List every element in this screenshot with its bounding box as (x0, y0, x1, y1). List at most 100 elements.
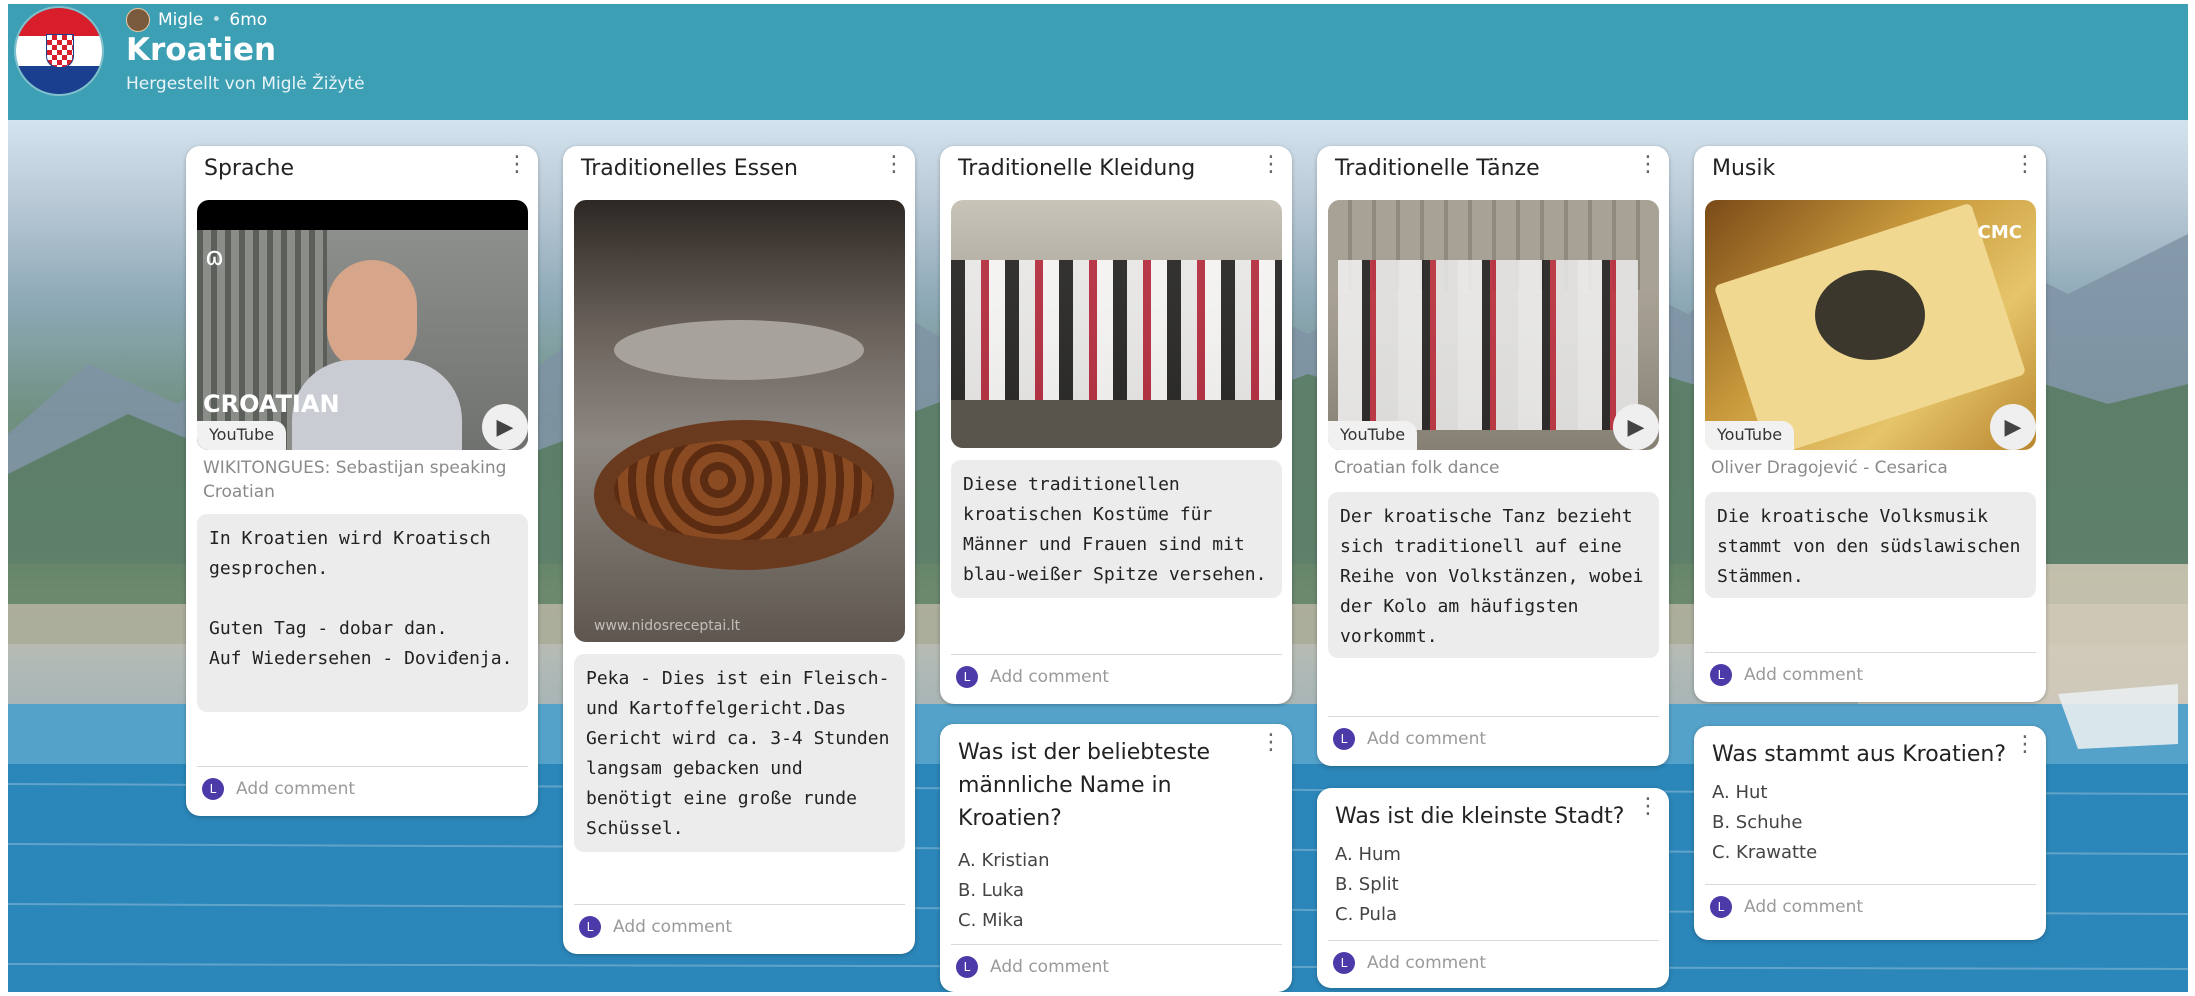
quiz-card[interactable]: Was stammt aus Kroatien? ⋮ A. Hut B. Sch… (1694, 726, 2046, 940)
post-card[interactable]: Musik ⋮ CMC YouTube ▶ Oliver Dragojević … (1694, 146, 2046, 702)
play-icon[interactable]: ▶ (1990, 404, 2036, 450)
post-card[interactable]: Traditionelles Essen ⋮ www.nidosreceptai… (563, 146, 915, 954)
video-thumbnail[interactable]: ɷ CROATIAN YouTube ▶ (197, 200, 528, 450)
quiz-answers: A. Hut B. Schuhe C. Krawatte (1712, 778, 1817, 868)
post-age: 6mo (229, 10, 268, 30)
answer-a: A. Kristian (958, 850, 1050, 871)
video-caption[interactable]: Croatian folk dance (1334, 456, 1654, 480)
comment-avatar: L (956, 666, 978, 688)
youtube-label: YouTube (1705, 421, 1795, 450)
comment-avatar: L (1710, 896, 1732, 918)
clothing-image[interactable] (951, 200, 1282, 448)
quiz-card[interactable]: Was ist der beliebteste männliche Name i… (940, 724, 1292, 992)
add-comment-label: Add comment (236, 779, 356, 799)
croatia-flag-icon (14, 6, 104, 96)
add-comment-button[interactable]: L Add comment (579, 916, 732, 938)
card-text: Peka - Dies ist ein Fleisch- und Kartoff… (574, 654, 905, 852)
comment-avatar: L (579, 916, 601, 938)
comment-avatar: L (956, 956, 978, 978)
video-caption[interactable]: WIKITONGUES: Sebastijan speaking Croatia… (203, 456, 523, 504)
card-title: Traditionelle Tänze (1335, 156, 1540, 181)
add-comment-button[interactable]: L Add comment (1333, 952, 1486, 974)
youtube-label: YouTube (197, 421, 287, 450)
add-comment-label: Add comment (990, 957, 1110, 977)
add-comment-label: Add comment (990, 667, 1110, 687)
more-options-icon[interactable]: ⋮ (883, 154, 905, 176)
divider (1705, 884, 2036, 885)
video-caption[interactable]: Oliver Dragojević - Cesarica (1711, 456, 2031, 480)
divider (1705, 652, 2036, 653)
answer-c: C. Mika (958, 910, 1024, 931)
card-title: Traditionelles Essen (581, 156, 799, 181)
card-text: Die kroatische Volksmusik stammt von den… (1705, 492, 2036, 598)
add-comment-label: Add comment (1367, 729, 1487, 749)
comment-avatar: L (1333, 728, 1355, 750)
divider (574, 904, 905, 905)
board: Migle • 6mo Kroatien Hergestellt von Mig… (8, 4, 2188, 992)
youtube-label: YouTube (1328, 421, 1418, 450)
author-avatar[interactable] (126, 8, 150, 32)
add-comment-label: Add comment (613, 917, 733, 937)
card-title: Musik (1712, 156, 1776, 181)
video-thumbnail[interactable]: YouTube ▶ (1328, 200, 1659, 450)
comment-avatar: L (1333, 952, 1355, 974)
add-comment-label: Add comment (1744, 665, 1864, 685)
board-header: Migle • 6mo Kroatien Hergestellt von Mig… (8, 4, 2188, 120)
more-options-icon[interactable]: ⋮ (1637, 796, 1659, 818)
more-options-icon[interactable]: ⋮ (1260, 154, 1282, 176)
answer-c: C. Krawatte (1712, 842, 1818, 863)
add-comment-button[interactable]: L Add comment (956, 956, 1109, 978)
card-title: Traditionelle Kleidung (958, 156, 1196, 181)
channel-logo-text: CMC (1977, 222, 2022, 243)
play-icon[interactable]: ▶ (482, 404, 528, 450)
comment-avatar: L (202, 778, 224, 800)
answer-b: B. Luka (958, 880, 1025, 901)
quiz-question: Was ist der beliebteste männliche Name i… (958, 740, 1211, 831)
quiz-answers: A. Kristian B. Luka C. Mika (958, 846, 1050, 936)
quiz-card[interactable]: Was ist die kleinste Stadt? ⋮ A. Hum B. … (1317, 788, 1669, 988)
card-title: Sprache (204, 156, 295, 181)
divider (1328, 716, 1659, 717)
more-options-icon[interactable]: ⋮ (1637, 154, 1659, 176)
more-options-icon[interactable]: ⋮ (2014, 734, 2036, 756)
card-text: Der kroatische Tanz bezieht sich traditi… (1328, 492, 1659, 658)
answer-b: B. Schuhe (1712, 812, 1803, 833)
answer-b: B. Split (1335, 874, 1399, 895)
author-name[interactable]: Migle (158, 10, 203, 30)
post-card[interactable]: Sprache ⋮ ɷ CROATIAN YouTube ▶ WIKITONGU… (186, 146, 538, 816)
add-comment-label: Add comment (1744, 897, 1864, 917)
add-comment-label: Add comment (1367, 953, 1487, 973)
quiz-answers: A. Hum B. Split C. Pula (1335, 840, 1401, 930)
more-options-icon[interactable]: ⋮ (506, 154, 528, 176)
card-text: In Kroatien wird Kroatisch gesprochen. G… (197, 514, 528, 712)
separator-dot: • (211, 10, 222, 30)
add-comment-button[interactable]: L Add comment (1710, 896, 1863, 918)
card-text: Diese traditionellen kroatischen Kostüme… (951, 460, 1282, 598)
answer-a: A. Hum (1335, 844, 1401, 865)
answer-c: C. Pula (1335, 904, 1397, 925)
add-comment-button[interactable]: L Add comment (1710, 664, 1863, 686)
author-line: Migle • 6mo (126, 8, 267, 32)
more-options-icon[interactable]: ⋮ (1260, 732, 1282, 754)
food-image[interactable]: www.nidosreceptai.lt (574, 200, 905, 642)
divider (951, 944, 1282, 945)
channel-logo-icon: ɷ (205, 242, 224, 272)
answer-a: A. Hut (1712, 782, 1768, 803)
post-card[interactable]: Traditionelle Tänze ⋮ YouTube ▶ Croatian… (1317, 146, 1669, 766)
post-card[interactable]: Traditionelle Kleidung ⋮ Diese tradition… (940, 146, 1292, 704)
add-comment-button[interactable]: L Add comment (956, 666, 1109, 688)
quiz-question: Was stammt aus Kroatien? (1712, 742, 2007, 767)
divider (951, 654, 1282, 655)
add-comment-button[interactable]: L Add comment (1333, 728, 1486, 750)
more-options-icon[interactable]: ⋮ (2014, 154, 2036, 176)
board-subtitle: Hergestellt von Miglė Žižytė (126, 74, 365, 94)
divider (1328, 940, 1659, 941)
comment-avatar: L (1710, 664, 1732, 686)
add-comment-button[interactable]: L Add comment (202, 778, 355, 800)
divider (197, 766, 528, 767)
quiz-question: Was ist die kleinste Stadt? (1335, 804, 1625, 829)
watermark-text: www.nidosreceptai.lt (594, 618, 741, 634)
video-overlay-text: CROATIAN (203, 390, 340, 418)
video-thumbnail[interactable]: CMC YouTube ▶ (1705, 200, 2036, 450)
play-icon[interactable]: ▶ (1613, 404, 1659, 450)
